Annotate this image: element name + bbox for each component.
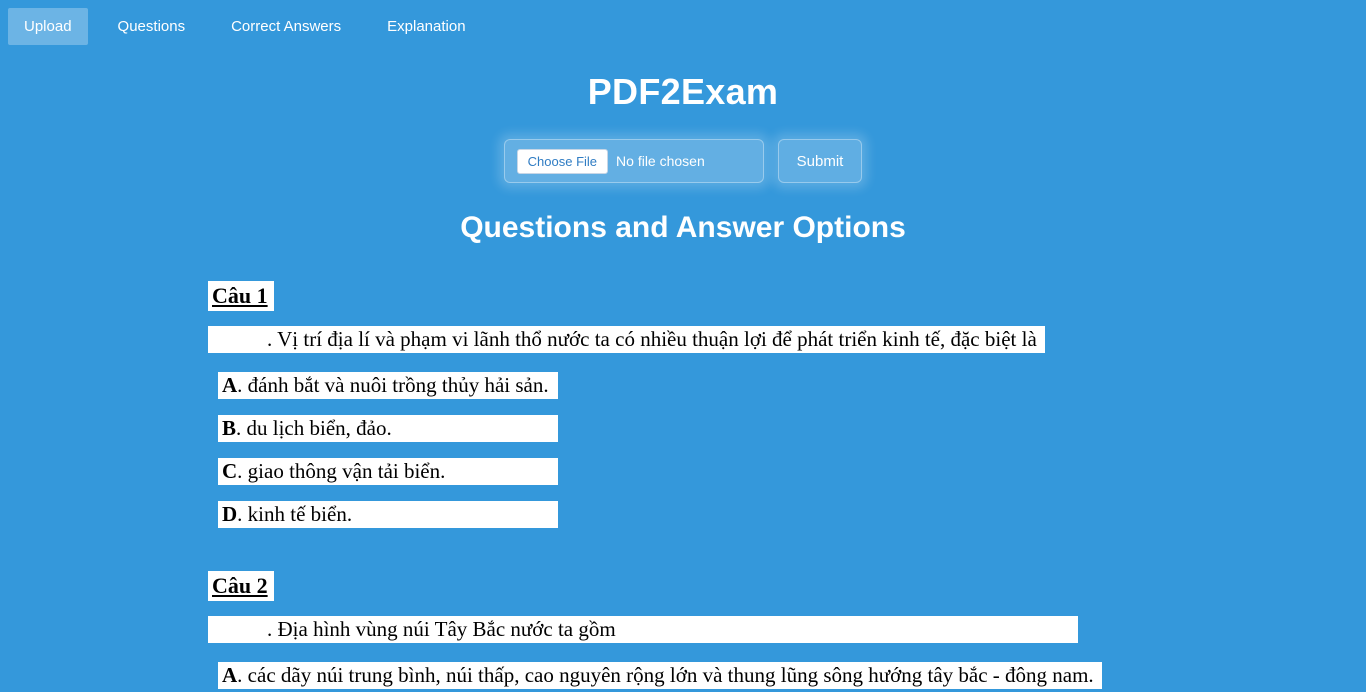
nav-correct-answers[interactable]: Correct Answers: [215, 8, 357, 45]
option-b: B. du lịch biển, đảo.: [218, 415, 558, 442]
navbar: Upload Questions Correct Answers Explana…: [0, 0, 1366, 57]
option-a: A. đánh bắt và nuôi trồng thủy hải sản.: [218, 372, 558, 399]
choose-file-button[interactable]: Choose File: [517, 149, 608, 174]
question-block: Câu 2 . Địa hình vùng núi Tây Bắc nước t…: [208, 571, 1158, 692]
question-prompt: . Địa hình vùng núi Tây Bắc nước ta gồm: [208, 616, 1078, 643]
option-c: C. giao thông vận tải biển.: [218, 458, 558, 485]
option-d: D. kinh tế biển.: [218, 501, 558, 528]
page-title: PDF2Exam: [0, 71, 1366, 113]
question-prompt: . Vị trí địa lí và phạm vi lãnh thổ nước…: [208, 326, 1045, 353]
options-list: A. các dãy núi trung bình, núi thấp, cao…: [212, 659, 1158, 692]
nav-questions[interactable]: Questions: [102, 8, 202, 45]
file-status: No file chosen: [616, 153, 705, 169]
upload-row: Choose File No file chosen Submit: [0, 139, 1366, 183]
section-title: Questions and Answer Options: [0, 211, 1366, 245]
submit-button[interactable]: Submit: [778, 139, 863, 183]
question-block: Câu 1 . Vị trí địa lí và phạm vi lãnh th…: [208, 281, 1158, 531]
nav-upload[interactable]: Upload: [8, 8, 88, 45]
nav-explanation[interactable]: Explanation: [371, 8, 481, 45]
question-header: Câu 2: [208, 571, 274, 601]
options-list: A. đánh bắt và nuôi trồng thủy hải sản. …: [212, 369, 1158, 531]
option-a: A. các dãy núi trung bình, núi thấp, cao…: [218, 662, 1102, 689]
questions-content: Câu 1 . Vị trí địa lí và phạm vi lãnh th…: [208, 281, 1158, 692]
question-header: Câu 1: [208, 281, 274, 311]
file-input-wrap[interactable]: Choose File No file chosen: [504, 139, 764, 183]
